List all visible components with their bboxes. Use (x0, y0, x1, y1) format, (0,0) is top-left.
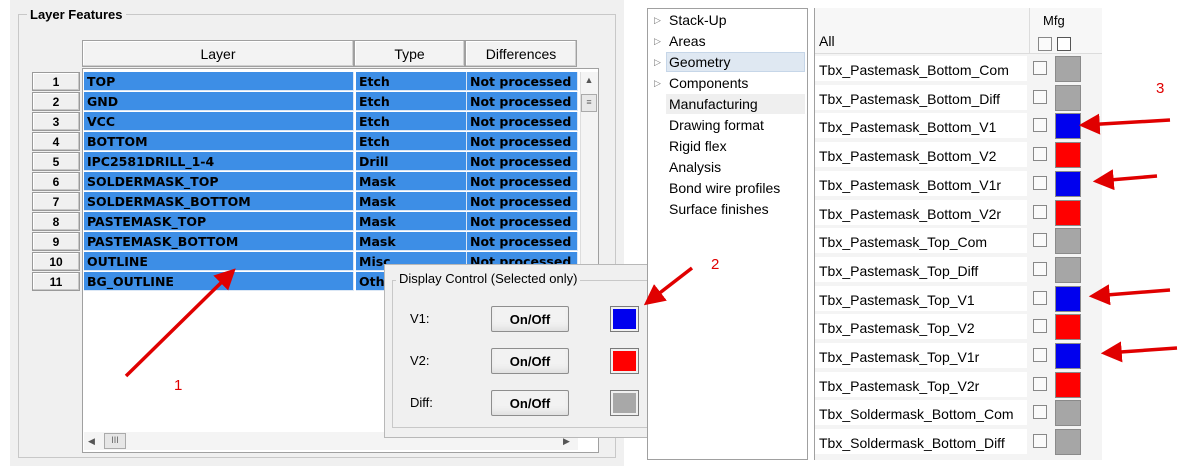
annotation-arrow-3c (1088, 284, 1171, 306)
annotation-label-1: 1 (174, 377, 183, 394)
annotation-arrows (124, 113, 1178, 378)
annotation-arrow-3d (1100, 341, 1178, 363)
annotation-label-3: 3 (1156, 80, 1165, 97)
annotation-arrow-3a (1078, 113, 1171, 135)
annotation-label-2: 2 (711, 256, 720, 273)
annotation-arrow-2 (643, 266, 694, 306)
annotation-arrow-3b (1092, 169, 1158, 191)
annotation-arrow-1 (124, 268, 236, 378)
